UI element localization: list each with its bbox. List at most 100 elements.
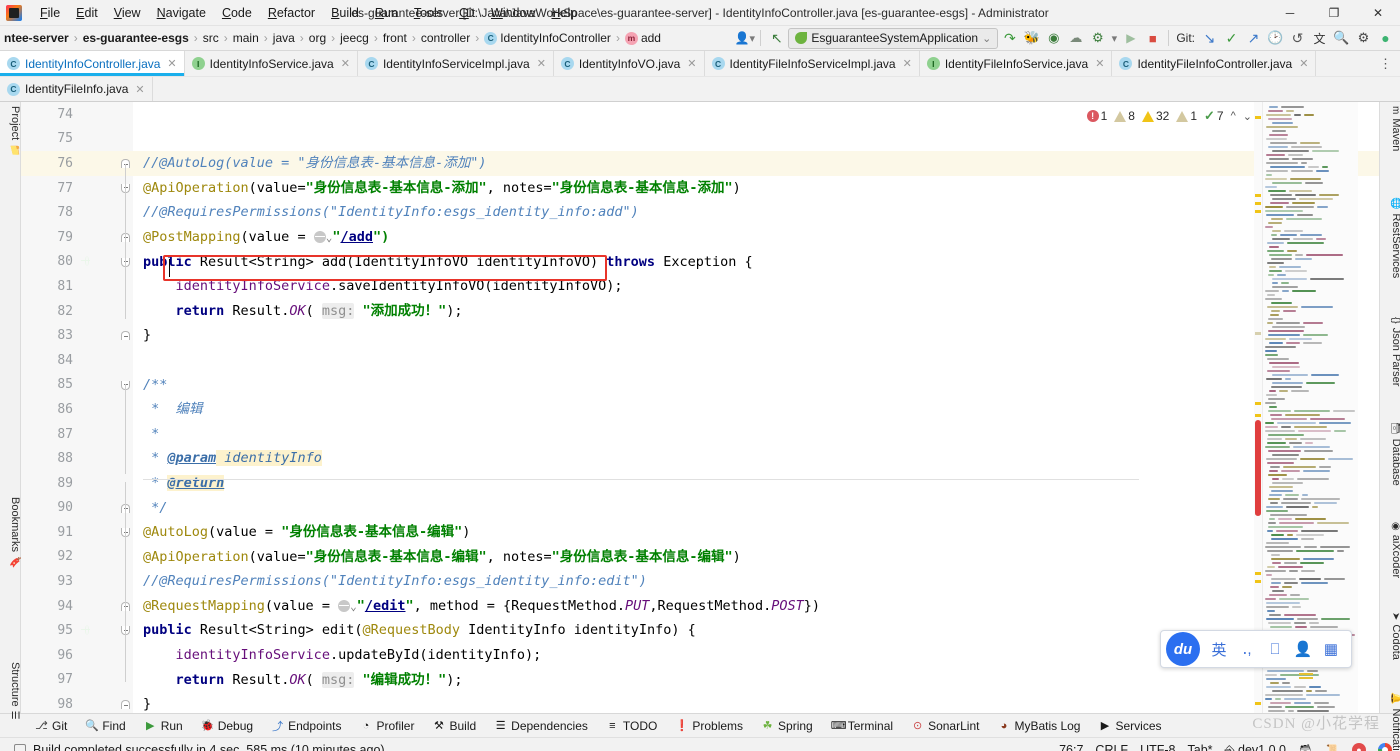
menu-item-run[interactable]: Run: [367, 3, 406, 23]
tool-window-button-build[interactable]: ⚒ Build: [423, 714, 485, 738]
code-line[interactable]: * 编辑: [143, 397, 1379, 422]
error-count[interactable]: ! 1: [1085, 109, 1110, 123]
menu-item-git[interactable]: Git: [451, 3, 483, 23]
code-line[interactable]: @ApiOperation(value="身份信息表-基本信息-添加", not…: [143, 176, 1379, 201]
run-endpoint-gutter-icon[interactable]: [79, 623, 93, 637]
error-stripe-mark[interactable]: [1255, 194, 1261, 197]
profiler-icon[interactable]: ☁: [1065, 28, 1086, 49]
code-minimap[interactable]: [1262, 102, 1358, 713]
code-line[interactable]: return Result.OK( msg: "添加成功！");: [143, 299, 1379, 324]
caret-position[interactable]: 76:7: [1059, 743, 1083, 751]
code-line[interactable]: //@RequiresPermissions("IdentityInfo:esg…: [143, 569, 1379, 594]
tool-window-button-structure[interactable]: Structure ☰: [9, 662, 21, 720]
close-tab-icon[interactable]: ✕: [537, 57, 546, 70]
error-stripe-mark[interactable]: [1255, 332, 1261, 335]
error-stripe-mark[interactable]: [1255, 202, 1261, 205]
code-line[interactable]: return Result.OK( msg: "编辑成功！");: [143, 668, 1379, 693]
menu-item-view[interactable]: View: [106, 3, 149, 23]
code-line[interactable]: * @return: [143, 471, 1379, 496]
close-tab-icon[interactable]: ✕: [167, 57, 176, 70]
grammar-count[interactable]: 1: [1174, 109, 1199, 123]
breadcrumb-item-java[interactable]: java: [269, 31, 299, 45]
play-icon[interactable]: ▶: [1120, 28, 1141, 49]
code-line[interactable]: [143, 127, 1379, 152]
chrome-icon[interactable]: [1378, 743, 1392, 751]
menu-item-build[interactable]: Build: [323, 3, 367, 23]
git-branch[interactable]: ⎆ dev1.0.0: [1225, 743, 1286, 751]
baidu-logo-icon[interactable]: du: [1166, 632, 1200, 666]
editor-tab-identityinfoserviceimpl[interactable]: C IdentityInfoServiceImpl.java ✕: [357, 51, 554, 76]
breadcrumb-item-identityinfocontroller[interactable]: C IdentityInfoController: [480, 31, 615, 45]
close-button[interactable]: ✕: [1356, 0, 1400, 26]
tool-window-button-maven[interactable]: m Maven: [1390, 106, 1400, 151]
editor-tab-identityfileinfoservice[interactable]: I IdentityFileInfoService.java ✕: [919, 51, 1113, 76]
inspection-widget-icon[interactable]: 📜: [1325, 743, 1340, 751]
code-line[interactable]: @ApiOperation(value="身份信息表-基本信息-编辑", not…: [143, 545, 1379, 570]
baidu-ime-toolbar[interactable]: du 英 ․, ⎕ 👤 ▦: [1160, 630, 1352, 679]
breadcrumb-item-ntee-server[interactable]: ntee-server: [0, 31, 73, 45]
code-line[interactable]: *: [143, 422, 1379, 447]
code-line[interactable]: /**: [143, 373, 1379, 398]
file-encoding[interactable]: UTF-8: [1140, 743, 1175, 751]
editor-tab-identityinfoservice[interactable]: I IdentityInfoService.java ✕: [184, 51, 358, 76]
more-tabs-icon[interactable]: ⋮: [1371, 51, 1400, 76]
tool-window-button-profiler[interactable]: ◔ Profiler: [350, 714, 423, 738]
run-icon[interactable]: ↷: [999, 28, 1020, 49]
ime-drag-handle[interactable]: [1299, 671, 1313, 679]
ai-assistant-icon[interactable]: ●: [1375, 28, 1396, 49]
settings-icon[interactable]: ⚙: [1353, 28, 1374, 49]
error-stripe-mark[interactable]: [1255, 414, 1261, 417]
notification-badge-icon[interactable]: ●: [1352, 743, 1366, 751]
run-configuration-selector[interactable]: EsguaranteeSystemApplication ⌄: [788, 27, 999, 49]
editor-tab-identityfileinfocontroller[interactable]: C IdentityFileInfoController.java ✕: [1112, 51, 1317, 76]
tool-window-button-git[interactable]: ⎇ Git: [26, 714, 76, 738]
profile-icon[interactable]: 👤 ▾: [734, 28, 755, 49]
menu-item-tools[interactable]: Tools: [406, 3, 451, 23]
code-line[interactable]: //@RequiresPermissions("IdentityInfo:esg…: [143, 200, 1379, 225]
error-stripe-mark[interactable]: [1255, 572, 1261, 575]
tool-window-button-endpoints[interactable]: ⤴ Endpoints: [262, 714, 350, 738]
weak-warning-count[interactable]: 8: [1112, 109, 1137, 123]
search-everywhere-icon[interactable]: 🔍: [1331, 28, 1352, 49]
tool-window-button-dependencies[interactable]: ☰ Dependencies: [485, 714, 597, 738]
user-icon[interactable]: 👤: [1289, 632, 1317, 666]
memory-indicator-icon[interactable]: 🗃: [1298, 743, 1313, 751]
code-line[interactable]: @AutoLog(value = "身份信息表-基本信息-编辑"): [143, 520, 1379, 545]
maximize-button[interactable]: ❐: [1312, 0, 1356, 26]
tool-window-button-json-parser[interactable]: {} Json Parser: [1390, 317, 1400, 386]
code-fold-marker[interactable]: [121, 700, 130, 710]
stop-icon[interactable]: ■: [1142, 28, 1163, 49]
translate-icon[interactable]: 文: [1309, 28, 1330, 49]
line-separator[interactable]: CRLF: [1095, 743, 1128, 751]
code-line[interactable]: public Result<String> add(IdentityInfoVO…: [143, 250, 1379, 275]
code-line[interactable]: * @param identityInfo: [143, 446, 1379, 471]
tool-window-button-services[interactable]: ▶ Services: [1089, 714, 1170, 738]
menu-item-window[interactable]: Window: [483, 3, 543, 23]
code-line[interactable]: }: [143, 692, 1379, 713]
history-icon[interactable]: 🕑: [1265, 28, 1286, 49]
url-globe-icon[interactable]: ⌄: [313, 229, 332, 245]
tool-window-button-run[interactable]: ▶ Run: [135, 714, 192, 738]
run-endpoint-gutter-icon[interactable]: [79, 255, 93, 269]
tool-window-button-project[interactable]: Project 📁: [9, 106, 21, 157]
tool-window-button-bookmarks[interactable]: Bookmarks 🔖: [9, 497, 21, 568]
breadcrumb-item-controller[interactable]: controller: [417, 31, 474, 45]
breadcrumb-item-front[interactable]: front: [379, 31, 411, 45]
tool-window-button-debug[interactable]: 🐞 Debug: [192, 714, 262, 738]
git-update-icon[interactable]: ↘: [1199, 28, 1220, 49]
build-status[interactable]: Build completed successfully in 4 sec, 5…: [14, 743, 385, 751]
tool-window-button-notifications[interactable]: 🔔 Notifications: [1390, 692, 1400, 751]
breadcrumb-item-add[interactable]: m add: [621, 31, 665, 45]
error-stripe-mark[interactable]: [1255, 702, 1261, 705]
code-line[interactable]: */: [143, 496, 1379, 521]
inspection-widget[interactable]: ! 1 8 32 1 ✓ 7 ^ ⌄: [1085, 108, 1254, 124]
breadcrumb-item-es-guarantee-esgs[interactable]: es-guarantee-esgs: [79, 31, 193, 45]
code-line[interactable]: @RequestMapping(value = ⌄"/edit", method…: [143, 594, 1379, 619]
warning-count[interactable]: 32: [1140, 109, 1171, 123]
soft-keyboard-icon[interactable]: ⎕: [1261, 632, 1289, 666]
editor-code-text[interactable]: //@AutoLog(value = "身份信息表-基本信息-添加") @ApiO…: [143, 102, 1379, 713]
breadcrumb-item-main[interactable]: main: [229, 31, 263, 45]
previous-problem-icon[interactable]: ^: [1229, 110, 1238, 122]
toolbox-icon[interactable]: ▦: [1317, 632, 1345, 666]
debug-icon[interactable]: 🐝: [1021, 28, 1042, 49]
